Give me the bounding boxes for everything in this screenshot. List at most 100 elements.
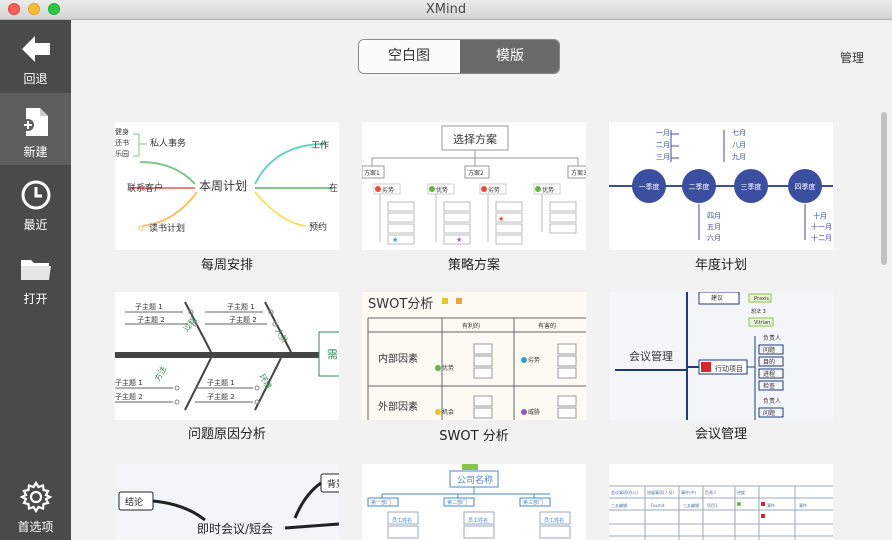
template-card-annual[interactable]: 一季度 二季度 三季度 四季度 一月 二月 三月 四月 五月 六月 七月 八月 … bbox=[609, 122, 833, 250]
template-card-short-meeting[interactable]: 结论 背景 即时会议/短会 bbox=[115, 464, 339, 540]
topic-label: 子主题 2 bbox=[229, 315, 257, 324]
topic-label: 员工姓名 bbox=[392, 517, 412, 524]
template-name: 会议管理 bbox=[694, 427, 747, 442]
topic-label: 子主题 1 bbox=[207, 378, 235, 387]
sidebar-item-label: 最近 bbox=[23, 218, 48, 232]
swot-cell-label: 威胁 bbox=[528, 408, 540, 416]
svg-text:★: ★ bbox=[456, 236, 462, 244]
sidebar-item-label: 回退 bbox=[23, 72, 48, 86]
topic-label: 工作 bbox=[311, 139, 329, 151]
template-card-meeting-table[interactable]: 会议事项(办公) 进展事项(人员) 事件(中) 负责人 进度 三五编辑 Foxm… bbox=[609, 464, 833, 540]
table-cell: 三五编辑 bbox=[683, 502, 699, 508]
sidebar-item-preferences[interactable]: 首选项 bbox=[0, 468, 71, 540]
month-label: 十二月 bbox=[811, 233, 832, 242]
template-name: 每周安排 bbox=[200, 258, 253, 273]
topic-label: 优势 bbox=[436, 186, 448, 194]
template-card-meeting[interactable]: 会议管理 行动项目 建议 Praxis 想法 3 Vitrian 负责人 问题 … bbox=[609, 292, 833, 420]
table-cell: 项目1 bbox=[707, 502, 718, 508]
template-card-weekly[interactable]: 本周计划 私人事务 联系客户 读书计划 工作 在 预约 健身 还书 乐园 bbox=[115, 122, 339, 250]
topic-label: 第一部门 bbox=[371, 499, 391, 506]
topic-label: 方案2 bbox=[468, 169, 484, 177]
topic-label: 需 bbox=[327, 348, 338, 361]
topic-label: 进程 bbox=[763, 370, 775, 378]
central-topic: 即时会议/短会 bbox=[197, 522, 273, 536]
topic-label: 检查 bbox=[763, 382, 775, 390]
template-thumbnail: 公司名称 第一部门 第二部门 第三部门 员工姓名 员工姓名 员工姓名 bbox=[367, 464, 571, 539]
window-title: XMind bbox=[425, 2, 467, 17]
topic-label: 员工姓名 bbox=[468, 517, 488, 524]
template-thumbnail: 会议事项(办公) 进展事项(人员) 事件(中) 负责人 进度 三五编辑 Foxm… bbox=[609, 485, 833, 540]
branch-label: 过程 bbox=[181, 315, 199, 334]
root-topic: 选择方案 bbox=[453, 132, 497, 146]
template-name: SWOT 分析 bbox=[439, 429, 509, 444]
topic-label: 子主题 2 bbox=[115, 392, 143, 401]
topic-label: 方案1 bbox=[364, 169, 380, 177]
sidebar-item-open[interactable]: 打开 bbox=[0, 240, 71, 312]
manage-button[interactable]: 管理 bbox=[840, 49, 864, 66]
swot-title: SWOT分析 bbox=[368, 297, 433, 312]
quarter-label: 四季度 bbox=[795, 182, 816, 191]
swot-header: 有害的 bbox=[538, 322, 556, 330]
swot-cell-label: 优势 bbox=[442, 364, 454, 372]
table-cell: 事件 bbox=[799, 502, 807, 508]
topic-label: 目的 bbox=[763, 358, 775, 366]
vertical-scrollbar[interactable] bbox=[881, 112, 887, 265]
table-header: 进度 bbox=[737, 489, 745, 495]
sidebar-item-recent[interactable]: 最近 bbox=[0, 166, 71, 238]
month-label: 二月 bbox=[656, 141, 670, 149]
quarter-label: 三季度 bbox=[741, 182, 762, 191]
table-header: 事件(中) bbox=[681, 489, 697, 495]
swot-row-label: 内部因素 bbox=[378, 352, 418, 365]
topic-label: 还书 bbox=[115, 138, 129, 147]
topic-label: 负责人 bbox=[763, 397, 781, 405]
template-thumbnail: 结论 背景 即时会议/短会 bbox=[118, 473, 339, 536]
topic-label: Vitrian bbox=[754, 320, 770, 326]
title-bar: XMind bbox=[0, 0, 892, 20]
topic-label: 优势 bbox=[542, 186, 554, 194]
table-header: 会议事项(办公) bbox=[611, 489, 639, 495]
central-topic: 会议管理 bbox=[629, 349, 673, 363]
sidebar-item-new[interactable]: 新建 bbox=[0, 93, 71, 165]
month-label: 十一月 bbox=[811, 222, 832, 231]
template-name: 年度计划 bbox=[694, 258, 747, 273]
quarter-label: 二季度 bbox=[689, 182, 710, 191]
table-cell: 事件 bbox=[767, 502, 775, 508]
sidebar: 回退 新建 最近 打开 首选项 bbox=[0, 20, 71, 540]
topic-label: 子主题 1 bbox=[227, 302, 255, 311]
topic-label: 子主题 1 bbox=[115, 378, 143, 387]
topic-label: 背景 bbox=[327, 478, 339, 490]
quarter-label: 一季度 bbox=[639, 182, 660, 191]
svg-text:★: ★ bbox=[498, 215, 504, 223]
template-card-org-chart[interactable]: 公司名称 第一部门 第二部门 第三部门 员工姓名 员工姓名 员工姓名 bbox=[362, 464, 586, 540]
template-thumbnail: 选择方案 方案1 方案2 方案3 劣势 优势 劣势 优势 ★ ★ ★ bbox=[362, 125, 586, 245]
topic-label: 在 bbox=[329, 182, 338, 194]
template-gallery: 空白图 模版 管理 本周计划 私人事务 联系客户 读书计划 工作 在 预约 健身… bbox=[71, 20, 892, 540]
branch-label: 环境 bbox=[257, 372, 274, 391]
sidebar-item-label: 新建 bbox=[23, 145, 48, 159]
svg-text:★: ★ bbox=[392, 236, 398, 244]
central-topic: 本周计划 bbox=[199, 179, 247, 193]
month-label: 六月 bbox=[707, 233, 721, 242]
tab-blank-map[interactable]: 空白图 bbox=[359, 40, 459, 73]
back-arrow-icon bbox=[22, 36, 50, 62]
topic-label: 第二部门 bbox=[447, 499, 467, 506]
swot-cell-label: 机会 bbox=[442, 408, 454, 416]
template-card-swot[interactable]: SWOT分析 有利的 有害的 内部因素 外部因素 优势 劣势 机会 威胁 bbox=[362, 292, 586, 420]
topic-label: 子主题 2 bbox=[137, 315, 165, 324]
template-thumbnail: 一季度 二季度 三季度 四季度 一月 二月 三月 四月 五月 六月 七月 八月 … bbox=[609, 128, 833, 242]
topic-label: 子主题 2 bbox=[207, 392, 235, 401]
template-card-strategy[interactable]: 选择方案 方案1 方案2 方案3 劣势 优势 劣势 优势 ★ ★ ★ bbox=[362, 122, 586, 250]
topic-label: 问题 bbox=[763, 346, 775, 354]
month-label: 七月 bbox=[732, 128, 746, 137]
sidebar-item-label: 打开 bbox=[23, 292, 48, 306]
sidebar-item-back[interactable]: 回退 bbox=[0, 20, 71, 92]
template-thumbnail: 本周计划 私人事务 联系客户 读书计划 工作 在 预约 健身 还书 乐园 bbox=[115, 127, 338, 234]
month-label: 一月 bbox=[656, 129, 670, 137]
tab-templates[interactable]: 模版 bbox=[460, 40, 559, 73]
topic-label: 行动项目 bbox=[715, 364, 743, 373]
template-card-root-cause[interactable]: 需 子主题 1 子主题 2 子主题 1 子主题 2 子主题 1 子主题 2 子主… bbox=[115, 292, 339, 420]
topic-label: Praxis bbox=[754, 296, 769, 302]
template-thumbnail: SWOT分析 有利的 有害的 内部因素 外部因素 优势 劣势 机会 威胁 bbox=[367, 297, 586, 420]
topic-label: 劣势 bbox=[488, 186, 500, 194]
topic-label: 私人事务 bbox=[150, 137, 186, 149]
